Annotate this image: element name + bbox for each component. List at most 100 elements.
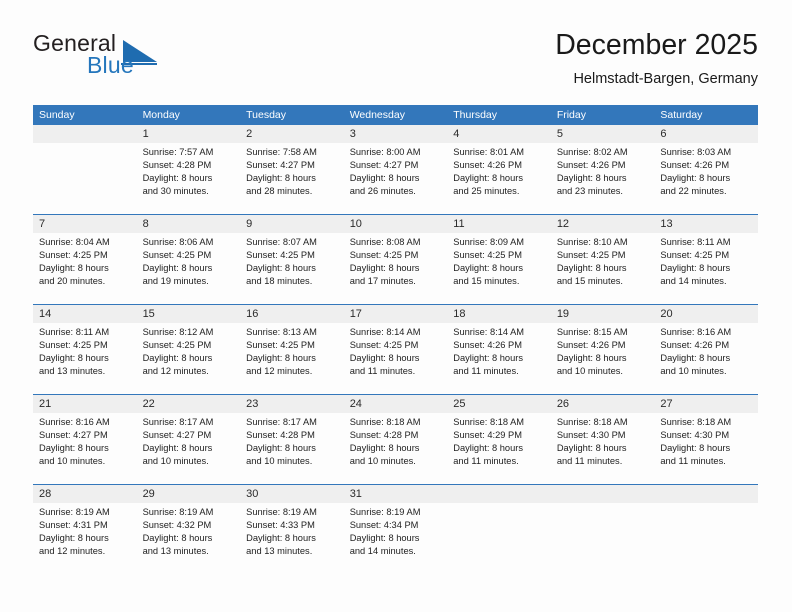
daylight-text: Daylight: 8 hours <box>453 443 524 454</box>
daylight-text: and 11 minutes. <box>556 456 623 467</box>
day-cell-content <box>550 485 655 574</box>
calendar-day-cell[interactable]: 19 Sunrise: 8:15 AM Sunset: 4:26 PM Dayligh… <box>550 304 655 395</box>
page-title: December 2025 <box>555 29 758 61</box>
day-number <box>447 485 551 503</box>
daylight-text: Daylight: 8 hours <box>453 263 524 274</box>
daylight-text: Daylight: 8 hours <box>246 533 316 544</box>
sunrise-text: Sunrise: 8:12 AM <box>142 327 214 337</box>
day-cell-content: 11 Sunrise: 8:09 AM Sunset: 4:25 PM Dayligh… <box>447 215 551 304</box>
calendar-day-cell[interactable]: 31 Sunrise: 8:19 AM Sunset: 4:34 PM Dayligh… <box>343 484 448 574</box>
day-cell-content: 9 Sunrise: 8:07 AM Sunset: 4:25 PM Daylight… <box>240 215 344 304</box>
sunrise-text: Sunrise: 8:16 AM <box>39 417 110 427</box>
sunset-text: Sunset: 4:29 PM <box>453 430 522 441</box>
calendar-day-cell[interactable]: 3 Sunrise: 8:00 AM Sunset: 4:27 PM Daylight… <box>343 125 448 215</box>
calendar-day-cell[interactable]: 25 Sunrise: 8:18 AM Sunset: 4:29 PM Dayligh… <box>447 394 551 485</box>
calendar-day-cell[interactable]: 28 Sunrise: 8:19 AM Sunset: 4:31 PM Dayligh… <box>33 484 137 574</box>
daylight-text: Daylight: 8 hours <box>660 353 731 364</box>
sunrise-text: Sunrise: 8:11 AM <box>660 237 731 247</box>
day-cell-content: 29 Sunrise: 8:19 AM Sunset: 4:32 PM Dayligh… <box>136 485 241 574</box>
day-sun-details: Sunrise: 8:18 AM Sunset: 4:28 PM Daylight:… <box>344 413 448 468</box>
calendar-day-cell[interactable]: 14 Sunrise: 8:11 AM Sunset: 4:25 PM Dayligh… <box>33 304 137 395</box>
calendar-day-cell[interactable]: 27 Sunrise: 8:18 AM Sunset: 4:30 PM Dayligh… <box>654 394 758 485</box>
day-sun-details: Sunrise: 8:14 AM Sunset: 4:26 PM Daylight:… <box>447 323 551 378</box>
calendar-week-row: 21 Sunrise: 8:16 AM Sunset: 4:27 PM Dayligh… <box>33 394 758 485</box>
calendar-day-cell[interactable]: 2 Sunrise: 7:58 AM Sunset: 4:27 PM Daylight… <box>240 125 344 215</box>
sunset-text: Sunset: 4:34 PM <box>349 520 419 531</box>
calendar-day-cell[interactable]: 21 Sunrise: 8:16 AM Sunset: 4:27 PM Dayligh… <box>33 394 137 485</box>
calendar-day-cell[interactable]: 17 Sunrise: 8:14 AM Sunset: 4:25 PM Dayligh… <box>343 304 448 395</box>
sunset-text: Sunset: 4:25 PM <box>349 250 419 261</box>
calendar-day-cell[interactable]: 20 Sunrise: 8:16 AM Sunset: 4:26 PM Dayligh… <box>654 304 758 395</box>
calendar-week-row: 28 Sunrise: 8:19 AM Sunset: 4:31 PM Dayligh… <box>33 484 758 574</box>
calendar-day-cell[interactable]: 15 Sunrise: 8:12 AM Sunset: 4:25 PM Dayligh… <box>136 304 241 395</box>
day-sun-details: Sunrise: 8:18 AM Sunset: 4:30 PM Daylight:… <box>551 413 655 468</box>
weekday-header-friday: Friday <box>550 105 655 125</box>
day-number <box>33 125 137 143</box>
daylight-text: Daylight: 8 hours <box>39 263 109 274</box>
day-sun-details: Sunrise: 8:16 AM Sunset: 4:27 PM Daylight:… <box>33 413 137 468</box>
calendar-day-cell[interactable]: 23 Sunrise: 8:17 AM Sunset: 4:28 PM Dayligh… <box>240 394 344 485</box>
sunset-text: Sunset: 4:25 PM <box>39 250 108 261</box>
calendar-day-cell[interactable]: 12 Sunrise: 8:10 AM Sunset: 4:25 PM Dayligh… <box>550 214 655 305</box>
calendar-day-cell[interactable]: 5 Sunrise: 8:02 AM Sunset: 4:26 PM Daylight… <box>550 125 655 215</box>
calendar-day-cell[interactable]: 1 Sunrise: 7:57 AM Sunset: 4:28 PM Daylight… <box>136 125 241 215</box>
calendar-day-cell[interactable]: 26 Sunrise: 8:18 AM Sunset: 4:30 PM Dayligh… <box>550 394 655 485</box>
day-sun-details: Sunrise: 8:11 AM Sunset: 4:25 PM Daylight:… <box>654 233 758 288</box>
day-sun-details: Sunrise: 8:19 AM Sunset: 4:34 PM Daylight:… <box>344 503 448 558</box>
sunset-text: Sunset: 4:33 PM <box>246 520 315 531</box>
daylight-text: Daylight: 8 hours <box>556 263 627 274</box>
calendar-day-cell[interactable]: 13 Sunrise: 8:11 AM Sunset: 4:25 PM Dayligh… <box>654 214 758 305</box>
sunrise-text: Sunrise: 8:18 AM <box>660 417 732 427</box>
sunset-text: Sunset: 4:27 PM <box>142 430 212 441</box>
day-cell-content: 26 Sunrise: 8:18 AM Sunset: 4:30 PM Dayligh… <box>550 395 655 484</box>
calendar-day-cell[interactable]: 18 Sunrise: 8:14 AM Sunset: 4:26 PM Dayligh… <box>447 304 551 395</box>
calendar-day-cell[interactable]: 8 Sunrise: 8:06 AM Sunset: 4:25 PM Daylight… <box>136 214 241 305</box>
day-number: 20 <box>654 305 758 323</box>
sunrise-text: Sunrise: 8:19 AM <box>142 507 214 517</box>
daylight-text: and 13 minutes. <box>246 546 313 557</box>
calendar-day-cell[interactable]: 10 Sunrise: 8:08 AM Sunset: 4:25 PM Dayligh… <box>343 214 448 305</box>
day-cell-content <box>33 125 137 214</box>
calendar-day-cell[interactable]: 4 Sunrise: 8:01 AM Sunset: 4:26 PM Daylight… <box>447 125 551 215</box>
sunset-text: Sunset: 4:28 PM <box>349 430 419 441</box>
daylight-text: Daylight: 8 hours <box>142 533 213 544</box>
day-number: 16 <box>240 305 344 323</box>
calendar-day-cell[interactable]: 6 Sunrise: 8:03 AM Sunset: 4:26 PM Daylight… <box>654 125 758 215</box>
sunset-text: Sunset: 4:30 PM <box>556 430 626 441</box>
sunrise-text: Sunrise: 8:16 AM <box>660 327 732 337</box>
daylight-text: and 14 minutes. <box>349 546 416 557</box>
day-sun-details: Sunrise: 8:18 AM Sunset: 4:30 PM Daylight:… <box>654 413 758 468</box>
sunrise-text: Sunrise: 8:15 AM <box>556 327 628 337</box>
day-sun-details: Sunrise: 8:12 AM Sunset: 4:25 PM Daylight:… <box>137 323 241 378</box>
day-cell-content: 2 Sunrise: 7:58 AM Sunset: 4:27 PM Daylight… <box>240 125 344 214</box>
sunset-text: Sunset: 4:25 PM <box>349 340 419 351</box>
day-number: 14 <box>33 305 137 323</box>
calendar-day-cell[interactable]: 22 Sunrise: 8:17 AM Sunset: 4:27 PM Dayligh… <box>136 394 241 485</box>
calendar-table: Sunday Monday Tuesday Wednesday Thursday Frid… <box>33 105 758 574</box>
daylight-text: and 30 minutes. <box>142 186 209 197</box>
calendar-day-cell[interactable]: 24 Sunrise: 8:18 AM Sunset: 4:28 PM Dayligh… <box>343 394 448 485</box>
day-number: 7 <box>33 215 137 233</box>
title-block: December 2025 Helmstadt-Bargen, Germany <box>555 28 758 89</box>
calendar-day-cell[interactable]: 29 Sunrise: 8:19 AM Sunset: 4:32 PM Dayligh… <box>136 484 241 574</box>
day-cell-content: 3 Sunrise: 8:00 AM Sunset: 4:27 PM Daylight… <box>343 125 448 214</box>
day-cell-content <box>447 485 551 574</box>
sunrise-text: Sunrise: 8:07 AM <box>246 237 317 247</box>
daylight-text: Daylight: 8 hours <box>660 263 731 274</box>
calendar-day-cell[interactable]: 11 Sunrise: 8:09 AM Sunset: 4:25 PM Dayligh… <box>447 214 551 305</box>
day-cell-content: 10 Sunrise: 8:08 AM Sunset: 4:25 PM Dayligh… <box>343 215 448 304</box>
calendar-day-cell[interactable]: 7 Sunrise: 8:04 AM Sunset: 4:25 PM Daylight… <box>33 214 137 305</box>
day-number: 9 <box>240 215 344 233</box>
calendar-day-cell[interactable]: 9 Sunrise: 8:07 AM Sunset: 4:25 PM Daylight… <box>240 214 344 305</box>
daylight-text: Daylight: 8 hours <box>39 533 109 544</box>
day-number: 1 <box>136 125 241 143</box>
sunrise-text: Sunrise: 8:17 AM <box>246 417 317 427</box>
calendar-day-cell[interactable]: 16 Sunrise: 8:13 AM Sunset: 4:25 PM Dayligh… <box>240 304 344 395</box>
day-number: 18 <box>447 305 551 323</box>
sunrise-text: Sunrise: 8:18 AM <box>453 417 525 427</box>
brand-logo[interactable]: General Blue <box>33 30 253 90</box>
daylight-text: and 18 minutes. <box>246 276 313 287</box>
day-sun-details: Sunrise: 8:09 AM Sunset: 4:25 PM Daylight:… <box>447 233 551 288</box>
daylight-text: and 10 minutes. <box>246 456 313 467</box>
calendar-day-cell[interactable]: 30 Sunrise: 8:19 AM Sunset: 4:33 PM Dayligh… <box>240 484 344 574</box>
